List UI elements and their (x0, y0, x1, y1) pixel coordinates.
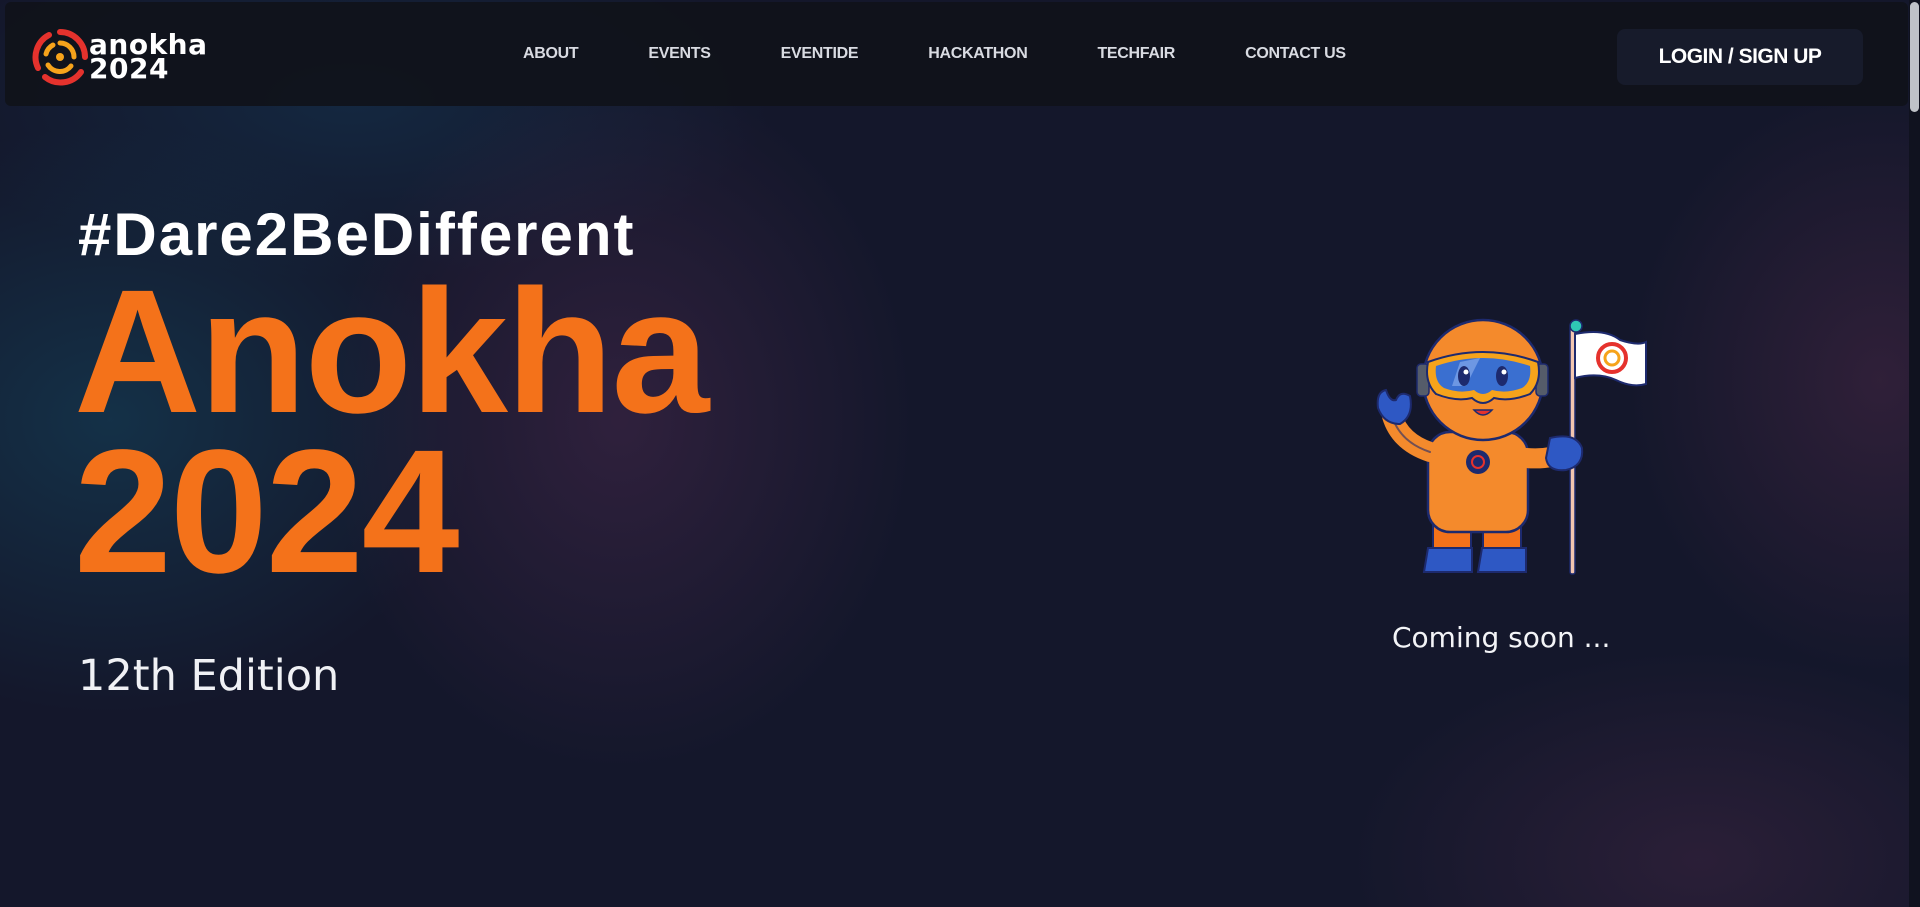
hero-edition: 12th Edition (78, 651, 340, 701)
main-nav: ABOUT EVENTS EVENTIDE HACKATHON TECHFAIR… (523, 2, 1346, 106)
nav-hackathon[interactable]: HACKATHON (928, 45, 1028, 63)
coming-soon-caption: Coming soon ... (1392, 621, 1611, 654)
nav-about[interactable]: ABOUT (523, 45, 579, 63)
scrollbar[interactable] (1909, 0, 1920, 907)
scrollbar-thumb[interactable] (1910, 2, 1919, 112)
brand-logo[interactable]: anokha 2024 (31, 27, 231, 87)
navbar: anokha 2024 ABOUT EVENTS EVENTIDE HACKAT… (5, 2, 1908, 106)
nav-contact-us[interactable]: CONTACT US (1245, 45, 1346, 63)
hero-title: Anokha 2024 (74, 254, 709, 610)
nav-techfair[interactable]: TECHFAIR (1097, 45, 1175, 63)
brand-year: 2024 (89, 52, 169, 85)
hero-title-year: 2024 (74, 414, 460, 610)
hero-title-name: Anokha (74, 254, 709, 450)
login-signup-button[interactable]: LOGIN / SIGN UP (1617, 29, 1863, 85)
anokha-logo-icon (32, 29, 88, 86)
nav-events[interactable]: EVENTS (648, 45, 711, 63)
brand-wordmark: anokha 2024 (89, 31, 208, 85)
astronaut-with-flag-icon (1376, 318, 1647, 575)
nav-eventide[interactable]: EVENTIDE (781, 45, 859, 63)
